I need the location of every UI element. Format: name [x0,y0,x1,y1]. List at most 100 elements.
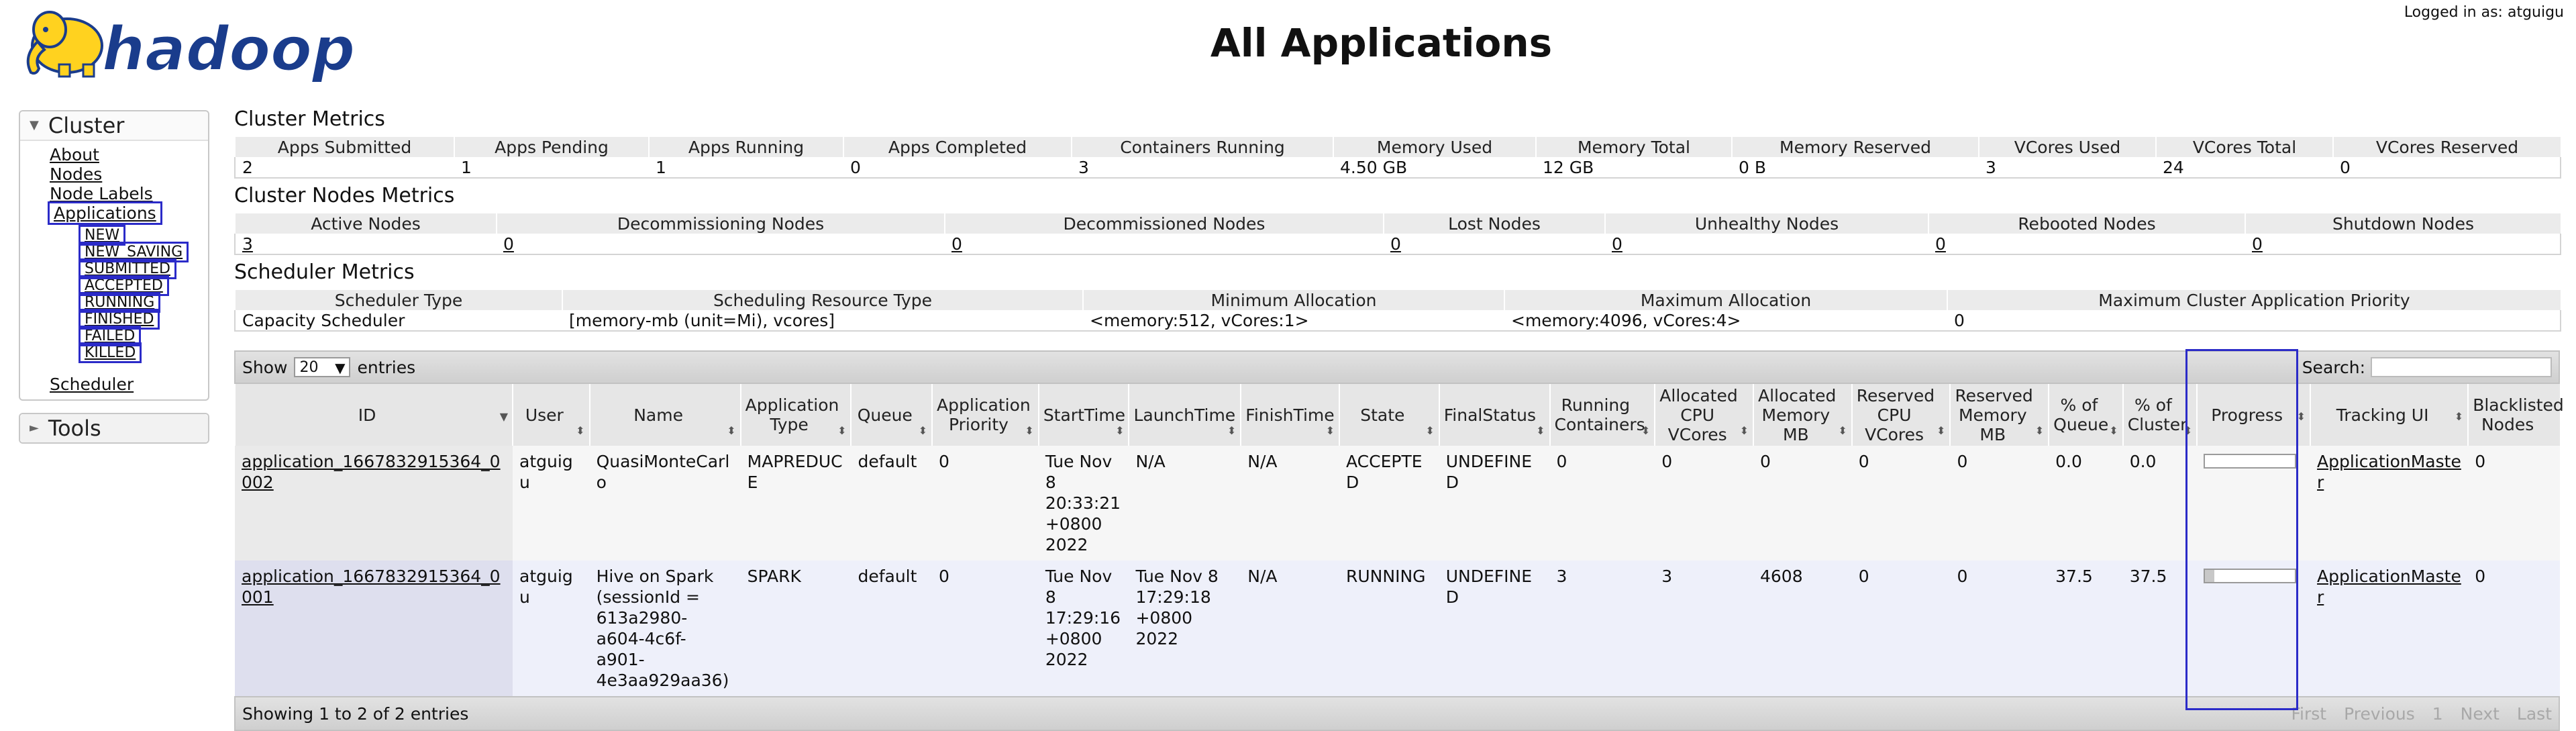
state-killed[interactable]: KILLED [78,342,142,363]
sort-icon: ⬍ [1025,424,1034,437]
state-finished[interactable]: FINISHED [78,309,160,330]
sort-icon: ⬍ [727,424,736,437]
active-nodes-link[interactable]: 3 [242,234,253,254]
col-header-user[interactable]: User ⬍ [512,384,590,446]
col-header-alloc-memory[interactable]: Allocated Memory MB ⬍ [1753,384,1852,446]
state-running[interactable]: RUNNING [78,292,161,313]
nav-about[interactable]: About [50,145,99,164]
decommissioning-nodes-link[interactable]: 0 [503,234,514,254]
sm-value: <memory:512, vCores:1> [1083,310,1504,332]
unhealthy-nodes-link[interactable]: 0 [1612,234,1622,254]
cluster-nav: About Nodes Node Labels Applications NEW… [20,141,208,399]
tracking-ui-link[interactable]: ApplicationMaster [2317,452,2461,492]
col-header-type[interactable]: Application Type ⬍ [739,384,852,446]
cell-user: atguigu [513,561,590,696]
cm-value: 3 [1979,157,2156,179]
state-accepted[interactable]: ACCEPTED [79,275,169,296]
col-header-tracking-ui[interactable]: Tracking UI ⬍ [2310,384,2469,446]
cm-header: Containers Running [1071,137,1333,157]
sort-icon: ⬍ [837,424,847,437]
cluster-label: Cluster [48,113,125,138]
tools-header[interactable]: ► Tools [20,414,208,442]
col-header-priority[interactable]: Application Priority ⬍ [931,384,1039,446]
cell-pct-cluster: 0.0 [2122,446,2198,561]
cell-reserved-memory: 0 [1950,446,2049,561]
sort-icon: ⬍ [2034,424,2045,437]
rebooted-nodes-link[interactable]: 0 [1935,234,1946,254]
shutdown-nodes-link[interactable]: 0 [2252,234,2263,254]
cm-value: 24 [2156,157,2333,179]
cell-alloc-memory: 0 [1753,446,1852,561]
sort-icon: ⬍ [1115,424,1125,437]
cm-value: 3 [1072,157,1333,179]
progress-bar [2204,454,2297,469]
state-new[interactable]: NEW [78,225,126,246]
cell-alloc-vcores: 0 [1655,446,1753,561]
main-content: Cluster Metrics Apps Submitted Apps Pend… [234,107,2561,337]
sort-icon: ⬍ [2183,424,2193,437]
cell-alloc-vcores: 3 [1655,561,1753,696]
cell-queue: default [851,446,933,561]
state-submitted[interactable]: SUBMITTED [79,258,176,279]
cell-progress [2197,561,2311,696]
pager-page-1[interactable]: 1 [2432,704,2443,724]
sm-header: Minimum Allocation [1082,290,1504,310]
decommissioned-nodes-link[interactable]: 0 [951,234,962,254]
cell-reserved-vcores: 0 [1851,446,1951,561]
state-failed[interactable]: FAILED [78,326,142,346]
app-id-link[interactable]: application_1667832915364_0001 [242,567,501,607]
nav-nodes[interactable]: Nodes [50,164,102,184]
nav-scheduler[interactable]: Scheduler [50,375,134,394]
col-header-starttime[interactable]: StartTime ⬍ [1037,384,1129,446]
sort-icon: ⬍ [1739,424,1749,437]
col-header-launchtime[interactable]: LaunchTime ⬍ [1128,384,1241,446]
table-info: Showing 1 to 2 of 2 entries [242,703,469,724]
col-header-pct-queue[interactable]: % of Queue ⬍ [2048,384,2123,446]
col-header-progress[interactable]: Progress ⬍ [2196,384,2311,446]
search-input[interactable] [2371,357,2552,377]
pager-previous[interactable]: Previous [2344,704,2415,724]
sm-value: <memory:4096, vCores:4> [1504,310,1947,332]
cm-header: Apps Running [648,137,843,157]
col-header-reserved-memory[interactable]: Reserved Memory MB ⬍ [1949,384,2049,446]
cell-queue: default [851,561,933,696]
lost-nodes-link[interactable]: 0 [1390,234,1401,254]
sort-icon: ⬍ [1536,424,1545,437]
col-header-finalstatus[interactable]: FinalStatus ⬍ [1438,384,1550,446]
app-id-link[interactable]: application_1667832915364_0002 [242,452,501,492]
nav-node-labels[interactable]: Node Labels [50,184,153,203]
tracking-ui-link[interactable]: ApplicationMaster [2317,567,2461,607]
nm-header: Active Nodes [234,213,497,234]
state-new-saving[interactable]: NEW_SAVING [78,242,189,262]
cell-alloc-memory: 4608 [1753,561,1852,696]
col-header-blacklisted[interactable]: Blacklisted Nodes [2467,384,2564,446]
pager-last[interactable]: Last [2517,704,2552,724]
col-header-finishtime[interactable]: FinishTime ⬍ [1240,384,1339,446]
cell-priority: 0 [932,446,1039,561]
pager-first[interactable]: First [2291,704,2326,724]
page-length-select[interactable]: 20 ▼ [294,357,351,377]
nm-header: Decommissioned Nodes [944,213,1384,234]
col-header-pct-cluster[interactable]: % of Cluster ⬍ [2122,384,2198,446]
col-header-reserved-vcores[interactable]: Reserved CPU VCores ⬍ [1851,384,1951,446]
nm-header: Lost Nodes [1383,213,1605,234]
col-header-id[interactable]: ID ▼ [234,384,513,446]
sidebar: ▼ Cluster About Nodes Node Labels Applic… [19,110,209,444]
pager-next[interactable]: Next [2461,704,2500,724]
sort-icon: ⬍ [1425,424,1435,437]
cm-value: 0 [2333,157,2561,179]
sort-desc-icon: ▼ [499,410,509,423]
table-header-row: ID ▼ User ⬍ Name ⬍ Application Type ⬍ Queue ⬍… [234,384,2564,446]
col-header-state[interactable]: State ⬍ [1339,384,1439,446]
nav-applications[interactable]: Applications [48,201,162,225]
col-header-running-containers[interactable]: Running Containers ⬍ [1549,384,1655,446]
table-footer: Showing 1 to 2 of 2 entries First Previo… [234,696,2560,731]
cluster-header[interactable]: ▼ Cluster [20,111,208,141]
col-header-name[interactable]: Name ⬍ [588,384,741,446]
cm-header: VCores Used [1978,137,2156,157]
cell-blacklisted: 0 [2468,446,2560,561]
cm-value: 0 [843,157,1072,179]
col-header-queue[interactable]: Queue ⬍ [850,384,933,446]
cm-value: 12 GB [1536,157,1732,179]
col-header-alloc-vcores[interactable]: Allocated CPU VCores ⬍ [1654,384,1753,446]
